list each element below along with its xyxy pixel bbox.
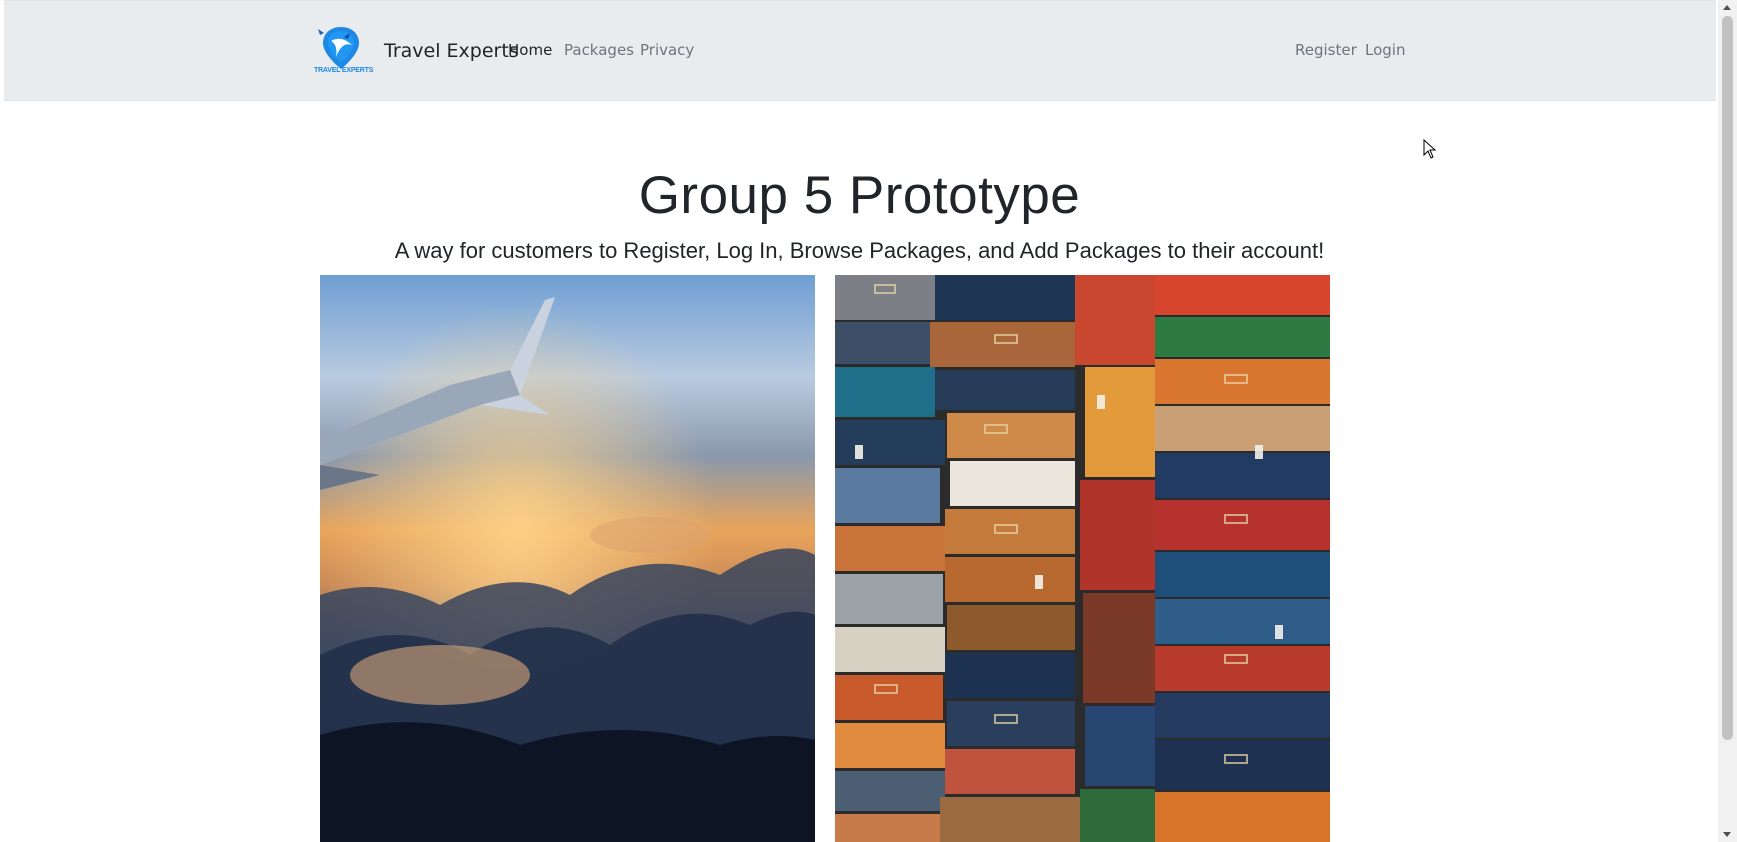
nav-link-register[interactable]: Register xyxy=(1295,41,1357,59)
mouse-cursor-icon xyxy=(1423,139,1437,159)
airplane-wing-clouds-image xyxy=(320,275,815,842)
nav-link-privacy[interactable]: Privacy xyxy=(640,41,694,59)
nav-link-home[interactable]: Home xyxy=(508,41,552,59)
stacked-suitcases-image xyxy=(835,275,1330,842)
page-title: Group 5 Prototype xyxy=(638,166,1081,225)
scrollbar-thumb[interactable] xyxy=(1722,16,1733,740)
page-subtitle: A way for customers to Register, Log In,… xyxy=(394,238,1325,263)
logo-text: TRAVEL EXPERTS xyxy=(314,67,374,74)
vertical-scrollbar[interactable] xyxy=(1718,0,1737,842)
scroll-up-icon[interactable] xyxy=(1723,5,1731,10)
brand-name: Travel Experts xyxy=(384,40,519,62)
scroll-down-icon[interactable] xyxy=(1723,832,1731,837)
navbar: TRAVEL EXPERTS Travel Experts Home Packa… xyxy=(4,0,1716,101)
brand-link[interactable]: TRAVEL EXPERTS Travel Experts xyxy=(314,23,519,79)
nav-link-packages[interactable]: Packages xyxy=(564,41,634,59)
travel-experts-logo-icon: TRAVEL EXPERTS xyxy=(314,23,374,79)
nav-link-login[interactable]: Login xyxy=(1365,41,1405,59)
